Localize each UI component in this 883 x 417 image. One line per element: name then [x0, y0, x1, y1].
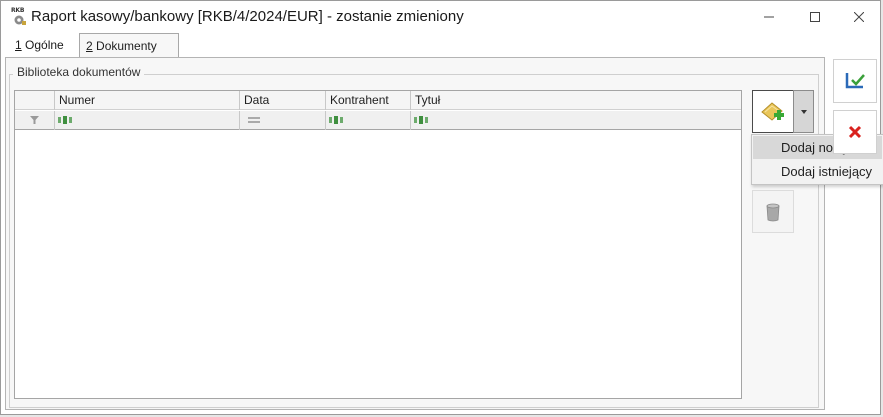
maximize-button[interactable]	[793, 1, 837, 33]
tab-dokumenty[interactable]: 2 Dokumenty	[79, 33, 179, 58]
save-icon	[845, 73, 865, 89]
cancel-button[interactable]	[833, 110, 877, 154]
tab-ogolne[interactable]: 1 Ogólne	[9, 34, 79, 58]
close-icon	[854, 12, 864, 22]
documents-grid[interactable]: Numer Data Kontrahent Tytuł	[14, 90, 742, 399]
minimize-button[interactable]	[747, 1, 791, 33]
text-filter-icon	[414, 116, 428, 124]
equals-filter-icon	[248, 117, 260, 123]
minimize-icon	[764, 16, 774, 18]
tab-dokumenty-key: 2	[86, 39, 93, 53]
tab-ogolne-label: Ogólne	[21, 38, 64, 52]
filter-cell-indicator[interactable]	[15, 111, 55, 130]
menu-item-dodaj-istniejacy[interactable]: Dodaj istniejący	[753, 160, 882, 183]
trash-icon	[766, 203, 780, 221]
tab-ogolne-key: 1	[15, 38, 22, 52]
add-document-split-button	[752, 90, 814, 133]
window-title: Raport kasowy/bankowy [RKB/4/2024/EUR] -…	[31, 8, 464, 25]
add-document-icon	[761, 101, 784, 121]
column-header-tytul[interactable]: Tytuł	[411, 91, 741, 110]
app-icon: RKB	[11, 7, 29, 26]
dropdown-arrow-icon	[800, 109, 807, 114]
grid-header: Numer Data Kontrahent Tytuł	[15, 91, 741, 110]
cancel-icon	[848, 125, 862, 139]
title-bar: RKB Raport kasowy/bankowy [RKB/4/2024/EU…	[1, 1, 880, 33]
filter-cell-data[interactable]	[240, 111, 326, 130]
text-filter-icon	[58, 116, 72, 124]
tab-dokumenty-label: Dokumenty	[92, 39, 157, 53]
column-header-indicator[interactable]	[15, 91, 55, 110]
column-header-numer[interactable]: Numer	[55, 91, 240, 110]
delete-document-button[interactable]	[752, 190, 794, 233]
text-filter-icon	[329, 116, 343, 124]
column-header-data[interactable]: Data	[240, 91, 326, 110]
filter-cell-tytul[interactable]	[411, 111, 741, 130]
app-icon-label: RKB	[11, 7, 25, 14]
add-document-dropdown-toggle[interactable]	[793, 90, 814, 133]
gear-icon	[14, 15, 26, 25]
funnel-icon	[30, 116, 39, 124]
group-label: Biblioteka dokumentów	[13, 65, 145, 79]
save-button[interactable]	[833, 59, 877, 103]
close-button[interactable]	[837, 1, 881, 33]
maximize-icon	[810, 12, 820, 22]
add-document-button[interactable]	[752, 90, 794, 133]
filter-cell-kontrahent[interactable]	[326, 111, 411, 130]
grid-filter-row	[15, 111, 741, 130]
filter-cell-numer[interactable]	[55, 111, 240, 130]
main-window: RKB Raport kasowy/bankowy [RKB/4/2024/EU…	[0, 0, 883, 415]
column-header-kontrahent[interactable]: Kontrahent	[326, 91, 411, 110]
